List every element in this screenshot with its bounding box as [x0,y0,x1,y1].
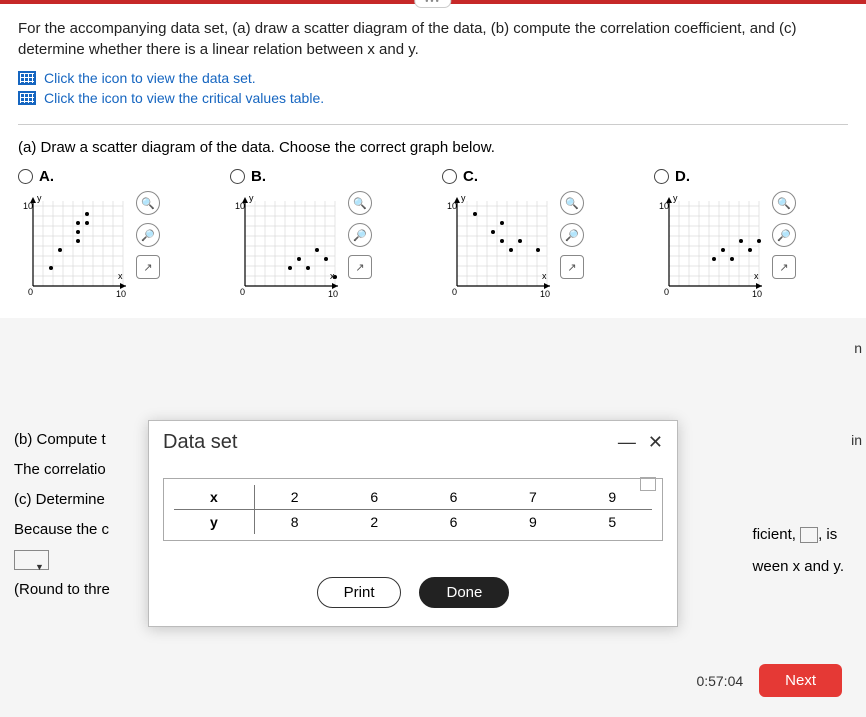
zoom-in-icon[interactable]: 🔍 [772,191,796,215]
answer-input[interactable] [800,527,818,543]
data-table: x 2 6 6 7 9 y 8 2 6 9 5 [163,478,663,541]
option-a-label: A. [39,168,54,185]
collapse-toggle[interactable]: ••• [414,0,451,8]
scatter-b: 10010 yx [230,191,340,304]
option-d[interactable]: D. [654,168,848,185]
edge-text: n [854,340,862,356]
scatter-d: 10 0 10 y x [654,191,764,304]
zoom-in-icon[interactable]: 🔍 [348,191,372,215]
done-button[interactable]: Done [419,577,509,608]
option-c[interactable]: C. [442,168,636,185]
svg-text:y: y [249,193,254,203]
svg-text:10: 10 [116,289,126,299]
option-d-label: D. [675,168,690,185]
dataset-modal: Data set — ✕ x 2 6 6 7 9 y 8 2 [148,420,678,627]
zoom-in-icon[interactable]: 🔍 [136,191,160,215]
scatter-a: 10 0 10 y x [18,191,128,304]
dataset-link-text: Click the icon to view the data set. [44,70,256,86]
part-a-text: (a) Draw a scatter diagram of the data. … [18,139,848,156]
option-c-label: C. [463,168,478,185]
svg-text:10: 10 [659,201,669,211]
timer: 0:57:04 [696,673,743,689]
radio-icon[interactable] [18,169,33,184]
answer-options: A. 10 0 10 y x [18,168,848,304]
table-cell: 6 [414,485,493,510]
zoom-in-icon[interactable]: 🔍 [560,191,584,215]
critical-link-text: Click the icon to view the critical valu… [44,90,324,106]
table-cell: 2 [254,485,334,510]
print-button[interactable]: Print [317,577,402,608]
table-cell: 8 [254,510,334,535]
svg-text:y: y [673,193,678,203]
next-button[interactable]: Next [759,664,842,697]
option-a[interactable]: A. [18,168,212,185]
modal-title: Data set [163,431,237,454]
zoom-out-icon[interactable]: 🔎 [560,223,584,247]
table-cell: 6 [414,510,493,535]
option-b-label: B. [251,168,266,185]
minimize-icon[interactable]: — [618,432,636,453]
critical-values-link[interactable]: Click the icon to view the critical valu… [18,90,848,106]
popout-icon[interactable]: ↗ [560,255,584,279]
svg-text:10: 10 [23,201,33,211]
dataset-link[interactable]: Click the icon to view the data set. [18,70,848,86]
table-cell: 2 [335,510,414,535]
option-b[interactable]: B. [230,168,424,185]
svg-text:10: 10 [540,289,550,299]
svg-text:0: 0 [28,287,33,297]
scatter-c: 10 0 10 y x [442,191,552,304]
table-icon [18,71,36,85]
svg-text:10: 10 [235,201,245,211]
popout-icon[interactable]: ↗ [772,255,796,279]
zoom-out-icon[interactable]: 🔎 [348,223,372,247]
partial-text-left: (b) Compute t The correlatio (c) Determi… [14,425,110,605]
close-icon[interactable]: ✕ [648,432,663,453]
svg-text:10: 10 [752,289,762,299]
svg-text:y: y [37,193,42,203]
zoom-out-icon[interactable]: 🔎 [772,223,796,247]
svg-text:x: x [542,271,547,281]
row-header-y: y [174,510,254,535]
question-prompt: For the accompanying data set, (a) draw … [18,18,848,60]
popout-icon[interactable]: ↗ [136,255,160,279]
table-icon [18,91,36,105]
popout-icon[interactable]: ↗ [348,255,372,279]
svg-text:x: x [118,271,123,281]
svg-text:y: y [461,193,466,203]
table-cell: 6 [335,485,414,510]
svg-text:0: 0 [664,287,669,297]
partial-text-right: ficient, , is ween x and y. [753,425,844,582]
copy-icon[interactable] [640,477,656,491]
svg-text:10: 10 [447,201,457,211]
radio-icon[interactable] [230,169,245,184]
edge-text: in [851,432,862,448]
zoom-out-icon[interactable]: 🔎 [136,223,160,247]
radio-icon[interactable] [654,169,669,184]
answer-dropdown[interactable] [14,550,49,570]
table-cell: 5 [573,510,652,535]
table-cell: 7 [493,485,572,510]
row-header-x: x [174,485,254,510]
svg-text:0: 0 [240,287,245,297]
svg-text:x: x [754,271,759,281]
radio-icon[interactable] [442,169,457,184]
svg-text:0: 0 [452,287,457,297]
svg-text:10: 10 [328,289,338,299]
table-cell: 9 [493,510,572,535]
